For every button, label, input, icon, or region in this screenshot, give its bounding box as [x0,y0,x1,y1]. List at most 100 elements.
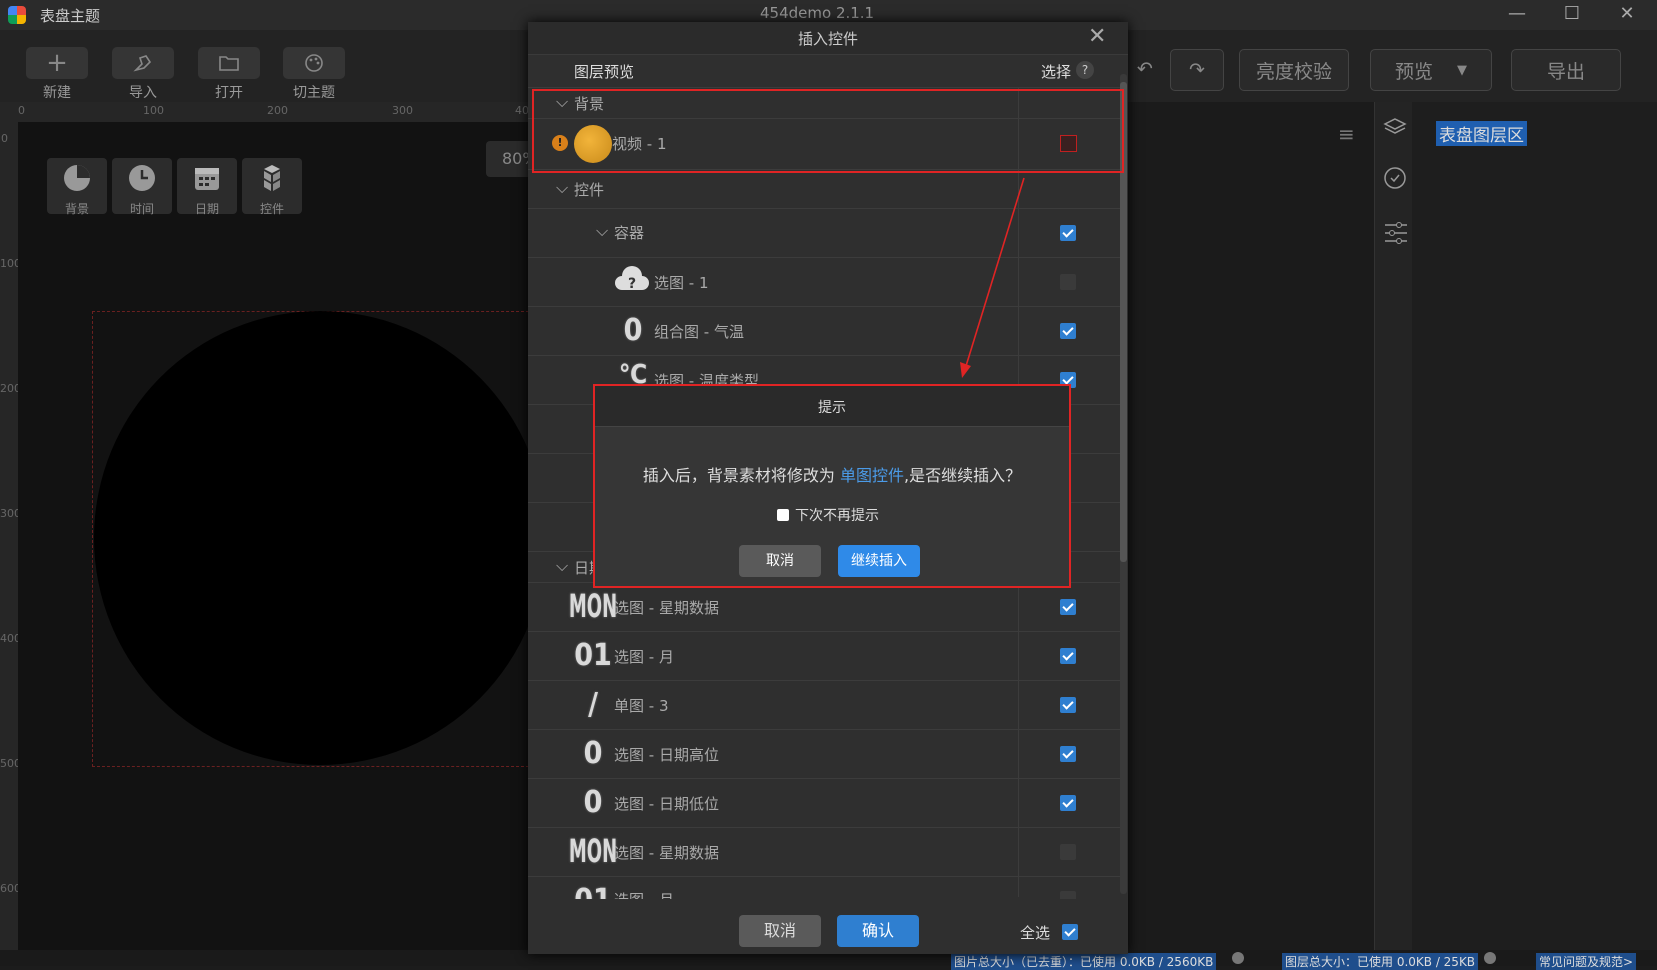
clock-icon [129,165,155,191]
widget-control-label: 控件 [259,202,284,216]
minimize-button[interactable]: — [1490,0,1544,30]
layer-row[interactable]: 0 选图 - 日期高位 [528,730,1120,779]
maximize-button[interactable]: ☐ [1545,0,1599,30]
undo-icon: ↶ [1137,58,1153,80]
continue-insert-button[interactable]: 继续插入 [838,545,920,577]
select-all-checkbox[interactable] [1062,924,1078,940]
switch-theme-button[interactable]: 切主题 [283,47,345,102]
preview-dropdown[interactable]: 预览 ▼ [1370,49,1492,91]
new-label: 新建 [43,85,71,101]
horizontal-ruler: 0 100 200 300 40 [0,102,529,123]
layer-label: 组合图 - 气温 [654,323,744,341]
widget-date-label: 日期 [194,202,219,216]
properties-area [1128,102,1374,950]
widget-control-tile[interactable]: 控件 [242,158,302,216]
layer-checkbox[interactable] [1060,648,1076,664]
layer-row[interactable]: / 单图 - 3 [528,681,1120,730]
layer-row[interactable]: ? 选图 - 1 [528,258,1120,307]
ruler-tick: 200 [267,104,288,117]
watch-face-dial[interactable] [94,311,546,765]
layer-thumbnail: 0 [623,312,643,348]
info-icon[interactable] [1484,952,1496,964]
confirm-tip-dialog: 提示 插入后，背景素材将修改为 单图控件,是否继续插入？ 下次不再提示 取消 继… [593,384,1071,588]
image-size-status: 图片总大小（已去重）：已使用 0.0KB / 2560KB [951,953,1217,970]
dont-show-again-checkbox[interactable] [777,509,789,521]
brightness-check-button[interactable]: 亮度校验 [1239,49,1349,91]
layers-icon[interactable] [1383,116,1407,140]
redo-button[interactable]: ↷ [1170,49,1224,91]
widget-background-tile[interactable]: 背景 [47,158,107,216]
layer-row[interactable]: 0 组合图 - 气温 [528,307,1120,356]
layer-panel [1412,102,1657,950]
layer-row-partial[interactable]: 01 选图 - 月 [528,877,1120,899]
info-icon[interactable] [1232,952,1244,964]
annotation-highlight-box [532,89,1124,173]
help-icon[interactable]: ? [1076,61,1094,79]
watch-clock-icon[interactable] [1383,166,1407,190]
palette-icon [305,54,323,72]
cubes-icon [264,165,280,191]
new-button[interactable]: + 新建 [26,47,88,102]
layer-checkbox[interactable] [1060,891,1076,899]
chevron-down-icon: ⌵ [556,178,569,197]
chevron-down-icon: ⌵ [596,221,609,240]
layer-checkbox[interactable] [1060,599,1076,615]
close-icon[interactable]: ✕ [1088,24,1106,49]
layer-checkbox[interactable] [1060,225,1076,241]
single-image-widget-link[interactable]: 单图控件 [840,466,904,485]
side-icon-bar [1374,102,1414,950]
ruler-tick: 100 [143,104,164,117]
layer-label: 选图 - 日期低位 [614,795,719,813]
export-button[interactable]: 导出 [1511,49,1621,91]
cancel-button[interactable]: 取消 [739,915,821,947]
sliders-icon[interactable] [1383,220,1409,246]
vertical-ruler: 0 100 200 300 400 500 600 [0,122,21,966]
pie-chart-icon [64,165,90,191]
import-label: 导入 [129,85,157,101]
widget-time-tile[interactable]: 时间 [112,158,172,216]
layer-row[interactable]: MON 选图 - 星期数据 [528,828,1120,877]
undo-button[interactable]: ↶ [1130,49,1160,89]
tip-dialog-title: 提示 [818,400,846,416]
close-window-button[interactable]: ✕ [1600,0,1654,30]
layer-label: 选图 - 星期数据 [614,844,719,862]
layer-row[interactable]: 0 选图 - 日期低位 [528,779,1120,828]
layer-checkbox[interactable] [1060,697,1076,713]
layer-row[interactable]: MON 选图 - 星期数据 [528,583,1120,632]
layer-label: 选图 - 月 [614,648,674,666]
layer-checkbox[interactable] [1060,844,1076,860]
open-button[interactable]: 打开 [198,47,260,102]
layer-checkbox[interactable] [1060,323,1076,339]
app-title: 表盘主题 [40,7,101,25]
ruler-tick: 300 [392,104,413,117]
group-controls[interactable]: ⌵ 控件 [528,170,1120,209]
layer-checkbox[interactable] [1060,274,1076,290]
faq-link[interactable]: 常见问题及规范> [1536,953,1637,970]
widget-background-label: 背景 [64,202,89,216]
group-label: 容器 [614,224,645,242]
layer-thumbnail: 01 [574,881,612,900]
annotation-arrow [960,177,1025,378]
layer-label: 选图 - 日期高位 [614,746,719,764]
open-label: 打开 [215,85,243,101]
tip-cancel-button[interactable]: 取消 [739,545,821,577]
switch-theme-label: 切主题 [293,85,335,101]
dont-show-again-option[interactable]: 下次不再提示 [777,505,879,525]
layer-row[interactable]: 01 选图 - 月 [528,632,1120,681]
layer-label: 选图 - 1 [654,274,709,292]
redo-icon: ↷ [1189,59,1205,81]
layer-checkbox[interactable] [1060,746,1076,762]
group-container[interactable]: ⌵ 容器 [528,209,1120,258]
import-hand-icon [133,55,152,72]
import-button[interactable]: 导入 [112,47,174,102]
widget-time-label: 时间 [129,202,154,216]
layer-thumbnail: MON [568,831,618,871]
svg-text:?: ? [628,276,636,292]
widget-date-tile[interactable]: 日期 [177,158,237,216]
tip-message-text: ,是否继续插入？ [904,466,1022,485]
collapse-panel-icon[interactable]: ≡ [1338,122,1355,146]
confirm-button[interactable]: 确认 [837,915,919,947]
layer-label: 选图 - 星期数据 [614,599,719,617]
layer-checkbox[interactable] [1060,795,1076,811]
select-header: 选择 [1041,63,1072,81]
